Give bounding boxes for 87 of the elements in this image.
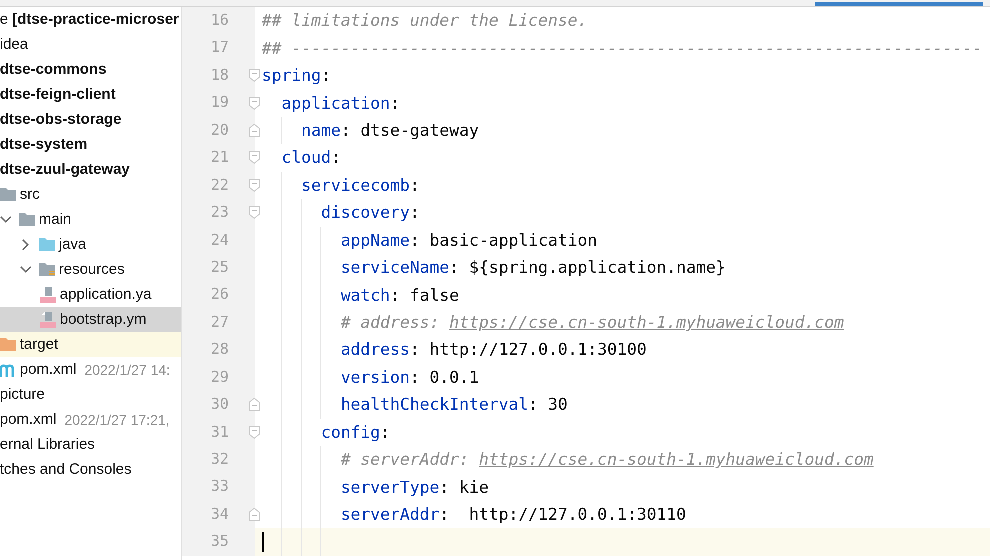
file-icon <box>40 286 56 302</box>
tree-item[interactable]: picture <box>0 382 181 407</box>
line-number: 29 <box>182 364 255 392</box>
code-line: config: <box>320 422 390 442</box>
item-label: picture <box>0 386 46 403</box>
line-number: 25 <box>182 254 255 282</box>
code-line: ## limitations under the License. <box>262 11 588 30</box>
code-line: application: <box>280 94 400 113</box>
line-number: 23 <box>182 199 255 226</box>
item-label: resources <box>59 261 125 278</box>
folder-icon <box>39 236 55 252</box>
tree-item[interactable]: tches and Consoles <box>0 457 181 482</box>
item-label: idea <box>0 36 28 53</box>
tree-item[interactable]: dtse-commons <box>0 57 181 82</box>
tree-item[interactable]: dtse-feign-client <box>0 82 181 107</box>
code-line: serverAddr: http://127.0.0.1:30110 <box>340 505 686 524</box>
tree-item[interactable]: bootstrap.ym <box>0 307 181 332</box>
code-line: appName: basic-application <box>340 230 598 250</box>
item-label: e [dtse-practice-microser <box>0 11 180 28</box>
text-cursor <box>262 532 264 552</box>
folder-icon <box>0 186 16 202</box>
tree-item[interactable]: dtse-obs-storage <box>0 107 181 132</box>
line-number: 27 <box>182 308 255 336</box>
item-label: dtse-feign-client <box>0 86 116 103</box>
item-label: src <box>20 186 40 203</box>
item-label: main <box>39 211 72 228</box>
code-line: serviceName: ${spring.application.name} <box>340 258 726 278</box>
tree-item[interactable]: dtse-system <box>0 132 181 157</box>
code-line: watch: false <box>340 286 460 305</box>
item-label: pom.xml <box>0 411 57 428</box>
line-number: 18 <box>182 62 255 90</box>
item-label: bootstrap.ym <box>60 311 147 328</box>
modified-date: 2022/1/27 14: <box>84 362 170 378</box>
line-number: 30 <box>182 391 255 419</box>
item-label: dtse-obs-storage <box>0 111 122 128</box>
tree-item[interactable]: dtse-zuul-gateway <box>0 157 181 182</box>
tree-item[interactable]: src <box>0 182 181 207</box>
line-number: 33 <box>182 473 255 501</box>
tree-item[interactable]: ernal Libraries <box>0 432 181 457</box>
tree-item[interactable]: pom.xml 2022/1/27 17:21, <box>0 407 181 432</box>
tree-item[interactable]: resources <box>0 257 181 282</box>
folder-icon <box>0 336 16 352</box>
line-number: 32 <box>182 446 255 474</box>
line-number: 34 <box>182 500 255 528</box>
item-label: pom.xml <box>20 361 77 378</box>
code-line: ## ---------------------------------------------------------------------- <box>262 38 982 58</box>
line-number: 20 <box>182 116 255 144</box>
modified-date: 2022/1/27 17:21, <box>64 412 170 428</box>
tree-item[interactable]: target <box>0 332 181 357</box>
code-line: cloud: <box>280 148 341 168</box>
code-line: healthCheckInterval: 30 <box>340 395 568 414</box>
line-number: 26 <box>182 281 255 309</box>
item-label: dtse-zuul-gateway <box>0 161 130 178</box>
item-label: dtse-commons <box>0 61 107 78</box>
tree-item[interactable]: main <box>0 207 181 232</box>
code-line: version: 0.0.1 <box>340 368 480 387</box>
code-line: address: http://127.0.0.1:30100 <box>340 340 647 360</box>
code-line: discovery: <box>320 203 420 222</box>
line-number: 28 <box>182 336 255 364</box>
tree-item[interactable]: java <box>0 232 181 257</box>
line-number: 35 <box>182 528 255 556</box>
item-label: application.ya <box>60 286 152 303</box>
line-number: 19 <box>182 89 255 117</box>
item-label: target <box>20 336 58 353</box>
code-line: # serverAddr: https://cse.cn-south-1.myhuaweicloud.com <box>340 450 874 470</box>
tree-item[interactable]: idea <box>0 32 181 57</box>
tree-item[interactable]: e [dtse-practice-microser <box>0 7 181 32</box>
file-icon <box>40 312 56 328</box>
tree-item[interactable]: pom.xml 2022/1/27 14: <box>0 357 181 382</box>
item-label: java <box>59 236 87 253</box>
folder-icon <box>19 212 35 228</box>
code-line: # address: https://cse.cn-south-1.myhuaweicloud.com <box>340 313 844 332</box>
item-label: ernal Libraries <box>0 436 96 453</box>
code-line: serverType: kie <box>340 478 489 497</box>
code-line: name: dtse-gateway <box>300 120 480 140</box>
code-line: servicecomb: <box>300 176 420 195</box>
line-number: 21 <box>182 144 255 172</box>
item-label: tches and Consoles <box>0 461 132 478</box>
line-number: 31 <box>182 418 255 446</box>
tree-item[interactable]: application.ya <box>0 282 181 307</box>
item-label: dtse-system <box>0 136 88 153</box>
code-line: spring: <box>262 66 332 86</box>
line-number: 17 <box>182 34 255 62</box>
folder-icon <box>39 262 55 278</box>
line-number: 16 <box>182 7 255 34</box>
line-number: 24 <box>182 226 255 254</box>
line-number: 22 <box>182 172 255 200</box>
